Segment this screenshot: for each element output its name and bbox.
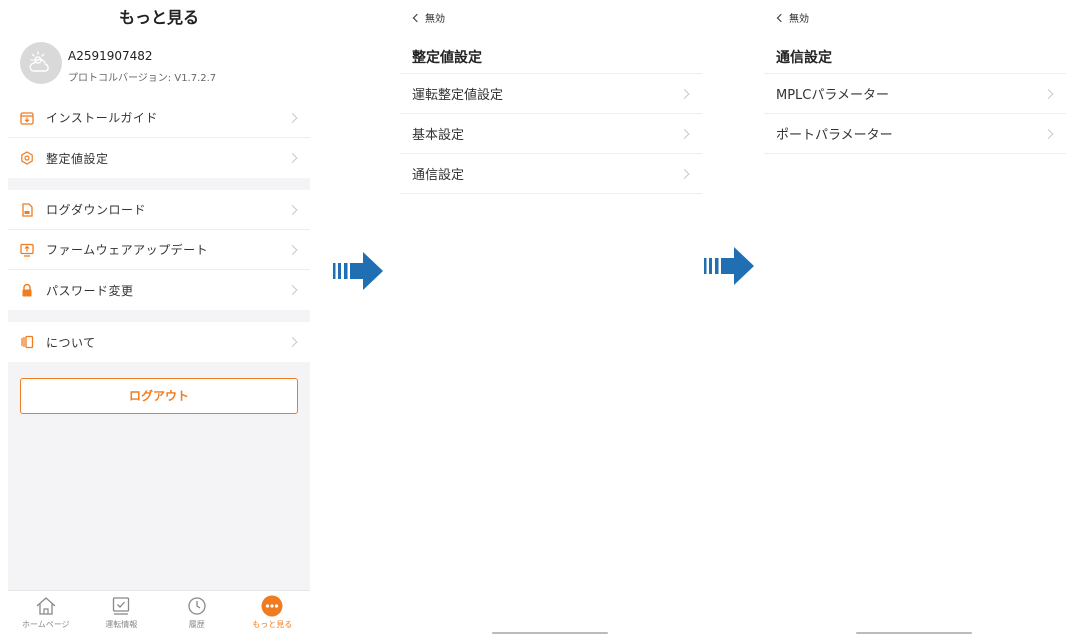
chevron-right-icon: [1043, 128, 1054, 139]
more-icon: [261, 595, 283, 617]
list-item-communication-settings[interactable]: 通信設定: [400, 154, 702, 194]
more-screen: もっと見る A2591907482 プロトコルバージョン: V1.7.2.7 イ…: [8, 0, 310, 634]
setpoint-settings-screen: 無効 整定値設定 運転整定値設定 基本設定 通信設定: [400, 0, 702, 634]
page-title: もっと見る: [8, 0, 310, 38]
list-item-operation-setpoint[interactable]: 運転整定値設定: [400, 74, 702, 114]
settings-gear-icon: [20, 151, 34, 165]
tab-label: 運転情報: [105, 620, 138, 629]
back-label: 無効: [425, 14, 445, 25]
menu-item-password-change[interactable]: パスワード変更: [8, 270, 310, 310]
menu-item-install-guide[interactable]: インストールガイド: [8, 98, 310, 138]
chevron-right-icon: [287, 337, 298, 347]
menu-item-label: パスワード変更: [46, 283, 134, 298]
logout-button[interactable]: ログアウト: [20, 378, 298, 414]
flow-arrow-icon: [704, 247, 754, 285]
tab-history[interactable]: 履歴: [159, 591, 235, 634]
list-item-mplc-parameters[interactable]: MPLCパラメーター: [764, 74, 1066, 114]
protocol-version: プロトコルバージョン: V1.7.2.7: [68, 73, 217, 84]
chevron-right-icon: [679, 128, 690, 139]
chevron-right-icon: [679, 88, 690, 99]
flow-arrow-icon: [333, 252, 383, 290]
chevron-left-icon: [776, 13, 786, 22]
chevron-right-icon: [287, 153, 298, 163]
list-item-label: MPLCパラメーター: [776, 88, 889, 103]
user-profile: A2591907482 プロトコルバージョン: V1.7.2.7: [8, 38, 310, 98]
menu-group-3: について: [8, 322, 310, 362]
list-item-label: 運転整定値設定: [412, 88, 504, 103]
list-item-label: ポートパラメーター: [776, 128, 893, 143]
tab-label: もっと見る: [252, 620, 293, 629]
avatar: [20, 42, 62, 84]
menu-group-1: インストールガイド 整定値設定: [8, 98, 310, 178]
log-download-icon: [20, 202, 34, 217]
back-button[interactable]: 無効: [412, 10, 445, 25]
settings-list: MPLCパラメーター ポートパラメーター: [764, 73, 1066, 154]
communication-settings-screen: 無効 通信設定 MPLCパラメーター ポートパラメーター: [764, 0, 1066, 634]
menu-item-firmware-update[interactable]: ファームウェアアップデート: [8, 230, 310, 270]
checkbox-icon: [110, 595, 132, 617]
menu-item-setpoint-settings[interactable]: 整定値設定: [8, 138, 310, 178]
lock-icon: [20, 283, 34, 297]
menu-item-label: インストールガイド: [46, 111, 158, 125]
tab-label: 履歴: [188, 620, 205, 629]
list-item-label: 通信設定: [412, 168, 465, 183]
home-icon: [35, 595, 57, 617]
chevron-right-icon: [287, 244, 298, 255]
list-item-basic-settings[interactable]: 基本設定: [400, 114, 702, 154]
menu-item-label: ファームウェアアップデート: [46, 243, 209, 257]
chevron-left-icon: [412, 13, 422, 22]
back-label: 無効: [789, 14, 809, 25]
install-guide-icon: [20, 111, 34, 125]
firmware-update-icon: [20, 243, 34, 257]
cloud-sun-icon: [29, 51, 49, 72]
tab-more[interactable]: もっと見る: [235, 591, 311, 634]
chevron-right-icon: [679, 168, 690, 179]
screen-title: 通信設定: [776, 50, 832, 66]
menu-item-label: について: [46, 335, 96, 350]
menu-item-log-download[interactable]: ログダウンロード: [8, 190, 310, 230]
back-button[interactable]: 無効: [776, 10, 809, 25]
clock-icon: [186, 595, 208, 617]
tab-label: ホームページ: [21, 620, 70, 629]
tab-home[interactable]: ホームページ: [8, 591, 84, 634]
tab-bar: ホームページ 運転情報 履歴 もっと見る: [8, 590, 310, 634]
chevron-right-icon: [287, 112, 298, 123]
chevron-right-icon: [287, 204, 298, 215]
menu-item-label: 整定値設定: [46, 151, 109, 166]
settings-list: 運転整定値設定 基本設定 通信設定: [400, 73, 702, 194]
list-item-port-parameters[interactable]: ポートパラメーター: [764, 114, 1066, 154]
list-item-label: 基本設定: [412, 128, 465, 143]
menu-item-label: ログダウンロード: [46, 203, 147, 217]
menu-group-2: ログダウンロード ファームウェアアップデート パスワード変更: [8, 190, 310, 310]
menu-item-about[interactable]: について: [8, 322, 310, 362]
user-id: A2591907482: [68, 49, 153, 63]
about-icon: [20, 335, 34, 349]
chevron-right-icon: [287, 285, 298, 295]
screen-title: 整定値設定: [412, 50, 482, 66]
chevron-right-icon: [1043, 88, 1054, 99]
tab-operation-info[interactable]: 運転情報: [84, 591, 160, 634]
